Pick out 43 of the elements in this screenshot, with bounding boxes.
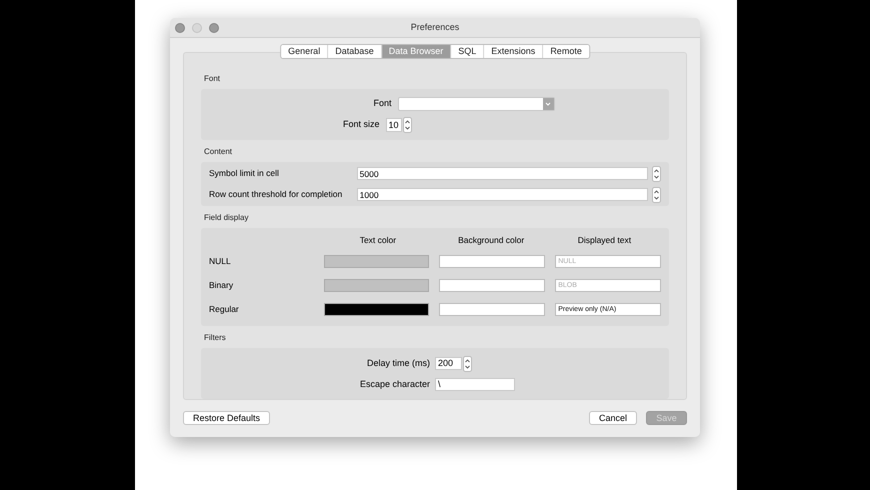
field-label: Row count threshold for completion <box>209 188 344 201</box>
font-dropdown[interactable] <box>398 96 554 110</box>
section-title: Field display <box>203 212 250 224</box>
tab[interactable]: Remote <box>543 45 589 58</box>
color-swatch[interactable] <box>324 278 430 292</box>
color-swatch[interactable] <box>439 302 546 316</box>
delay-field[interactable]: 200 <box>435 357 462 370</box>
column-header: Text color <box>358 234 398 246</box>
row-label: NULL <box>209 254 232 268</box>
restore-defaults-button[interactable]: Restore Defaults <box>183 411 270 425</box>
tab[interactable]: Database <box>328 45 382 58</box>
number-field[interactable]: 1000 <box>356 188 648 201</box>
stepper-icon[interactable] <box>402 116 412 132</box>
field-label: Font <box>372 96 392 110</box>
field-label: Symbol limit in cell <box>209 167 280 180</box>
section-title: Content <box>203 146 234 158</box>
stepper-icon[interactable] <box>463 356 472 372</box>
color-swatch[interactable] <box>439 278 546 292</box>
tab[interactable]: Extensions <box>484 45 544 58</box>
stepper-icon[interactable] <box>652 166 661 182</box>
row-label: Binary <box>209 278 234 292</box>
field-label: Escape character <box>358 378 430 391</box>
stepper-icon[interactable] <box>652 186 661 202</box>
tab[interactable]: SQL <box>451 45 484 58</box>
column-header: Background color <box>457 234 526 246</box>
number-field[interactable]: 5000 <box>356 167 648 180</box>
field-label: Font size <box>342 118 380 131</box>
column-header: Displayed text <box>576 234 632 246</box>
field-label: Delay time (ms) <box>366 357 430 370</box>
tab[interactable]: General <box>281 45 328 58</box>
color-swatch[interactable] <box>324 302 430 316</box>
zoom-icon[interactable] <box>209 22 219 32</box>
row-label: Regular <box>209 302 240 316</box>
color-swatch[interactable] <box>439 254 546 268</box>
font-size-field[interactable]: 10 <box>386 118 402 132</box>
cancel-button[interactable]: Cancel <box>588 411 637 425</box>
escape-field[interactable]: \ <box>435 378 515 391</box>
window-title: Preferences <box>410 20 460 34</box>
section-title: Filters <box>203 332 227 344</box>
close-icon[interactable] <box>175 22 185 32</box>
color-swatch[interactable] <box>324 254 430 268</box>
chevron-icon <box>545 102 551 106</box>
section-title: Font <box>203 73 222 85</box>
